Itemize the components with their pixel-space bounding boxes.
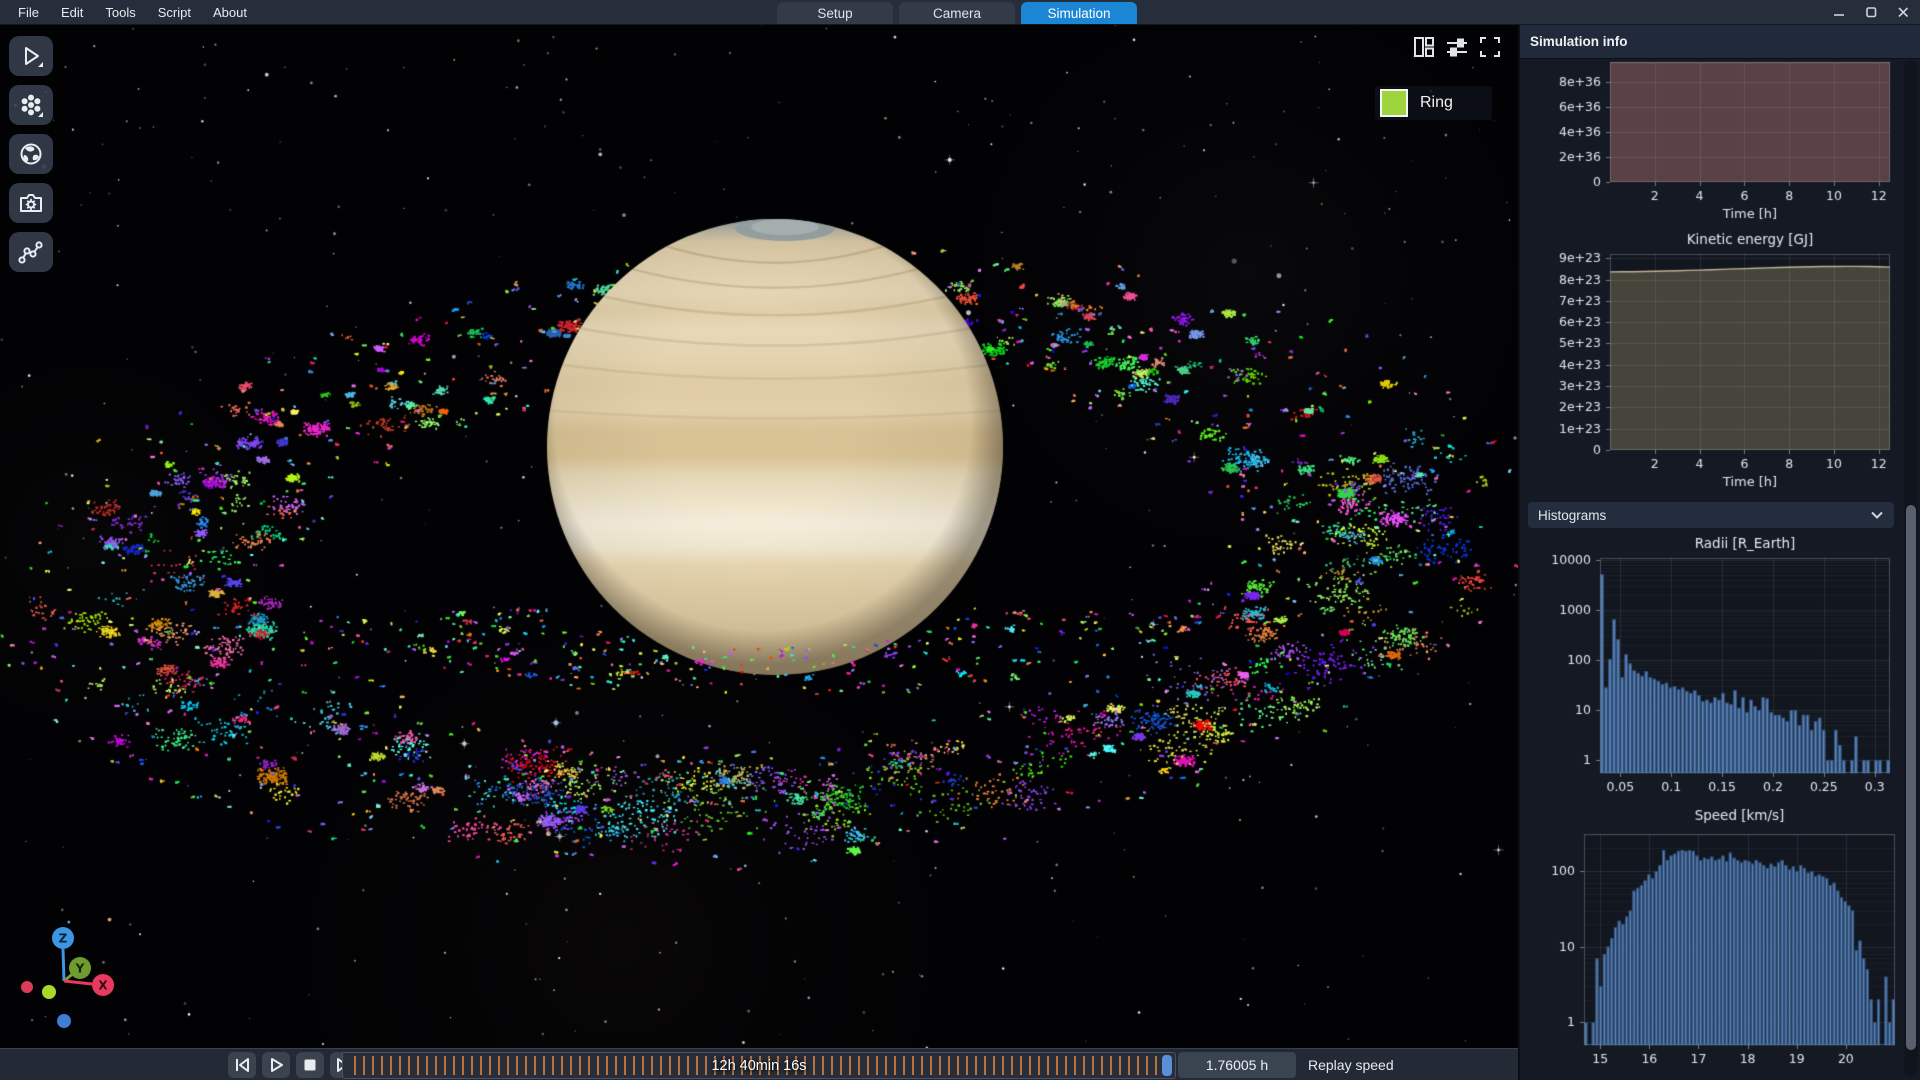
replay-speed-label: Replay speed (1308, 1049, 1394, 1080)
axis-z-handle[interactable]: Z (52, 927, 74, 949)
play-icon (17, 43, 45, 69)
menu-bar: File Edit Tools Script About (8, 0, 257, 24)
svg-text:Y: Y (75, 962, 85, 976)
menu-script[interactable]: Script (148, 2, 201, 23)
minimize-button[interactable] (1828, 2, 1850, 22)
skip-to-start-icon (231, 1055, 253, 1075)
close-icon (1896, 5, 1910, 19)
chart-kinetic-energy (1520, 228, 1920, 496)
tab-setup[interactable]: Setup (777, 2, 893, 24)
ring-color-swatch (1380, 89, 1408, 117)
sliders-icon (1446, 36, 1468, 58)
maximize-button[interactable] (1860, 2, 1882, 22)
fullscreen-button[interactable] (1478, 35, 1502, 59)
particles-icon (17, 92, 45, 118)
particles-button[interactable] (9, 85, 53, 125)
menu-about[interactable]: About (203, 2, 257, 23)
chart-radii-histogram (1520, 530, 1920, 792)
ring-legend-label: Ring (1420, 94, 1453, 112)
application-window: File Edit Tools Script About Setup Camer… (0, 0, 1920, 1080)
scene-canvas[interactable] (0, 24, 1518, 1048)
panel-title: Simulation info (1520, 34, 1628, 49)
left-toolbar (9, 36, 53, 272)
replay-speed-value[interactable]: 1.76005 h (1178, 1052, 1296, 1078)
camera-gear-icon (17, 190, 45, 216)
window-controls (1828, 2, 1914, 22)
tab-camera[interactable]: Camera (899, 2, 1015, 24)
play-simulation-button[interactable] (9, 36, 53, 76)
axis-y-handle[interactable]: Y (69, 957, 91, 979)
chart-speed-histogram (1520, 800, 1920, 1080)
play-button[interactable] (262, 1052, 290, 1078)
maximize-icon (1864, 5, 1878, 19)
stop-icon (299, 1055, 321, 1075)
panel-header: Simulation info (1520, 24, 1920, 59)
axis-gizmo[interactable]: Z Y X (8, 918, 138, 1048)
adjust-sliders-button[interactable] (1445, 35, 1469, 59)
viewport-3d[interactable]: Ring Z Y X (0, 24, 1518, 1048)
timeline-handle[interactable] (1162, 1055, 1172, 1076)
chevron-down-icon (1870, 510, 1884, 520)
menu-tools[interactable]: Tools (95, 2, 145, 23)
panel-scrollbar-thumb[interactable] (1906, 505, 1916, 1050)
graph-button[interactable] (9, 232, 53, 272)
camera-settings-button[interactable] (9, 183, 53, 223)
graph-nodes-icon (17, 239, 45, 265)
timeline-time-display: 12h 40min 16s (343, 1053, 1175, 1078)
axis-x-handle[interactable]: X (92, 974, 114, 996)
globe-button[interactable] (9, 134, 53, 174)
svg-text:X: X (98, 979, 108, 993)
layout-panels-button[interactable] (1412, 35, 1436, 59)
close-button[interactable] (1892, 2, 1914, 22)
svg-text:Z: Z (59, 932, 68, 946)
tab-simulation[interactable]: Simulation (1021, 2, 1137, 24)
menu-file[interactable]: File (8, 2, 49, 23)
chart-momentum (1520, 58, 1920, 228)
title-bar: File Edit Tools Script About Setup Camer… (0, 0, 1920, 25)
stop-button[interactable] (296, 1052, 324, 1078)
menu-edit[interactable]: Edit (51, 2, 93, 23)
fullscreen-icon (1479, 36, 1501, 58)
simulation-info-panel: Simulation info Histograms (1518, 24, 1920, 1080)
histograms-section-header[interactable]: Histograms (1528, 502, 1894, 528)
skip-to-start-button[interactable] (228, 1052, 256, 1078)
axis-negative-y-dot[interactable] (42, 985, 56, 999)
view-toolbar (1412, 35, 1502, 59)
histograms-label: Histograms (1538, 508, 1606, 523)
timeline-slider[interactable]: 12h 40min 16s (342, 1052, 1176, 1079)
globe-icon (17, 141, 45, 167)
minimize-icon (1832, 5, 1846, 19)
axis-negative-z-dot[interactable] (57, 1014, 71, 1028)
axis-negative-x-dot[interactable] (21, 981, 33, 993)
ring-legend[interactable]: Ring (1375, 86, 1492, 120)
play-icon (265, 1055, 287, 1075)
playback-bar: 12h 40min 16s 1.76005 h Replay speed (0, 1048, 1518, 1080)
layout-panels-icon (1413, 36, 1435, 58)
main-tabs: Setup Camera Simulation (777, 2, 1137, 24)
